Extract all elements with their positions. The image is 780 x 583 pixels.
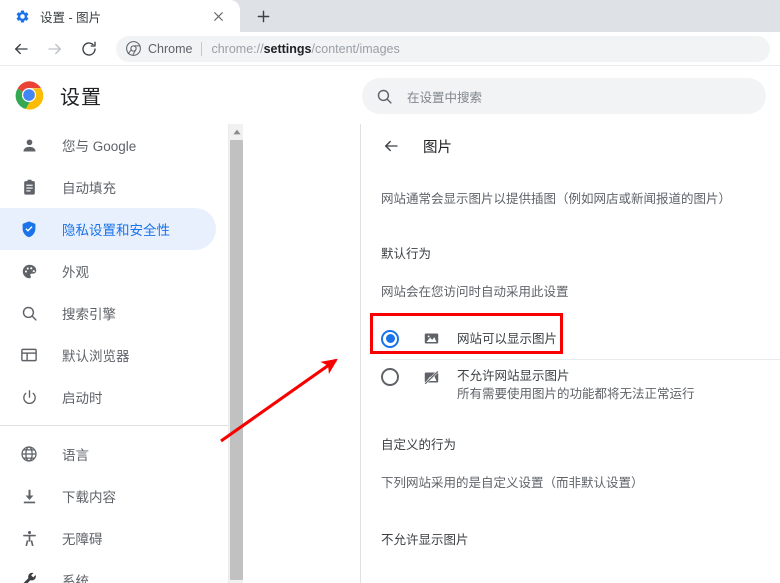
search-placeholder: 在设置中搜索 <box>407 90 483 105</box>
sidebar-item-accessibility[interactable]: 无障碍 <box>0 517 216 559</box>
content-title: 图片 <box>423 139 452 156</box>
address-bar[interactable]: Chrome chrome://settings/content/images <box>116 35 770 62</box>
download-icon <box>18 485 40 507</box>
default-behavior-subtext: 网站会在您访问时自动采用此设置 <box>381 285 569 299</box>
accessibility-icon <box>18 527 40 549</box>
radio-option-allow-images[interactable]: 网站可以显示图片 <box>361 319 780 359</box>
palette-icon <box>18 260 40 282</box>
radio-option-label: 网站可以显示图片 <box>457 331 558 346</box>
sidebar-item-search-engine[interactable]: 搜索引擎 <box>0 292 216 334</box>
scrollbar-thumb[interactable] <box>230 140 243 580</box>
radio-option-label: 不允许网站显示图片 <box>457 368 570 383</box>
image-icon <box>421 329 441 349</box>
chrome-logo-icon <box>14 80 44 110</box>
sidebar-item-label: 自动填充 <box>62 181 116 196</box>
new-tab-button[interactable] <box>248 2 278 30</box>
radio-button-unselected[interactable] <box>381 367 399 386</box>
sidebar-item-label: 外观 <box>62 265 89 280</box>
shield-icon <box>18 218 40 240</box>
custom-behavior-subtext: 下列网站采用的是自定义设置（而非默认设置） <box>381 476 644 490</box>
url-suffix: /content/images <box>311 41 400 56</box>
browser-window: 设置 - 图片 Chrome chrome://settings/content… <box>0 0 780 583</box>
radio-option-sublabel: 所有需要使用图片的功能都将无法正常运行 <box>457 387 695 402</box>
content-header: 图片 <box>361 124 780 168</box>
person-icon <box>18 134 40 156</box>
blocked-section-heading: 不允许显示图片 <box>381 532 469 547</box>
power-icon <box>18 386 40 408</box>
sidebar-item-label: 您与 Google <box>62 139 137 154</box>
sidebar-item-privacy-and-security[interactable]: 隐私设置和安全性 <box>0 208 216 250</box>
sidebar-item-system[interactable]: 系统 <box>0 559 216 583</box>
settings-content: 图片 网站通常会显示图片以提供插图（例如网店或新闻报道的图片） 默认行为 网站会… <box>361 124 780 583</box>
radio-option-texts: 网站可以显示图片 <box>457 330 557 348</box>
sidebar-item-label: 默认浏览器 <box>62 349 130 364</box>
gear-icon <box>14 8 30 24</box>
tab-strip: 设置 - 图片 <box>0 0 780 32</box>
sidebar-item-default-browser[interactable]: 默认浏览器 <box>0 334 216 376</box>
sidebar-item-you-and-google[interactable]: 您与 Google <box>0 124 216 166</box>
sidebar-item-label: 启动时 <box>62 391 103 406</box>
browser-toolbar: Chrome chrome://settings/content/images <box>0 32 780 65</box>
search-input[interactable]: 在设置中搜索 <box>362 78 766 114</box>
content-description: 网站通常会显示图片以提供插图（例如网店或新闻报道的图片） <box>381 192 732 206</box>
settings-sidebar: 您与 Google 自动填充 隐私设置和安全性 外观 搜索引擎 默认浏览器 启动… <box>0 124 228 583</box>
omnibox-url: chrome://settings/content/images <box>211 42 399 56</box>
url-bold-segment: settings <box>263 41 312 56</box>
sidebar-item-label: 隐私设置和安全性 <box>62 223 170 238</box>
sidebar-scrollbar[interactable] <box>228 124 243 583</box>
wrench-icon <box>18 569 40 583</box>
settings-body: 您与 Google 自动填充 隐私设置和安全性 外观 搜索引擎 默认浏览器 启动… <box>0 124 780 583</box>
sidebar-item-downloads[interactable]: 下载内容 <box>0 475 216 517</box>
image-blocked-icon <box>421 368 441 388</box>
default-behavior-heading: 默认行为 <box>381 246 432 261</box>
arrow-left-icon[interactable] <box>6 34 36 64</box>
arrow-left-icon[interactable] <box>381 136 401 156</box>
sidebar-item-languages[interactable]: 语言 <box>0 433 216 475</box>
browser-tab[interactable]: 设置 - 图片 <box>0 0 240 32</box>
custom-behavior-heading: 自定义的行为 <box>381 437 457 452</box>
settings-header: 设置 在设置中搜索 <box>0 66 780 124</box>
omnibox-chip-label: Chrome <box>148 41 193 56</box>
radio-button-selected[interactable] <box>381 329 399 348</box>
url-prefix: chrome:// <box>211 41 264 56</box>
sidebar-item-label: 无障碍 <box>62 532 103 547</box>
sidebar-item-label: 搜索引擎 <box>62 307 116 322</box>
search-icon <box>18 302 40 324</box>
browser-window-icon <box>18 344 40 366</box>
sidebar-item-label: 下载内容 <box>62 490 116 505</box>
radio-option-block-images[interactable]: 不允许网站显示图片 所有需要使用图片的功能都将无法正常运行 <box>361 360 780 412</box>
sidebar-item-autofill[interactable]: 自动填充 <box>0 166 216 208</box>
omnibox-divider <box>201 41 203 56</box>
close-icon[interactable] <box>210 8 226 24</box>
default-behavior-radio-group: 网站可以显示图片 不允许网站显示图片 所有需要使用图片的功能都将无法正常运行 <box>361 319 780 412</box>
radio-dot <box>385 334 395 343</box>
globe-icon <box>18 443 40 465</box>
radio-option-texts: 不允许网站显示图片 所有需要使用图片的功能都将无法正常运行 <box>457 368 695 404</box>
sidebar-item-on-startup[interactable]: 启动时 <box>0 376 216 418</box>
chrome-icon <box>126 41 141 56</box>
search-icon <box>376 88 393 105</box>
sidebar-item-label: 系统 <box>62 574 89 583</box>
tab-title: 设置 - 图片 <box>40 10 102 25</box>
sidebar-item-label: 语言 <box>62 448 89 463</box>
caret-up-icon[interactable] <box>229 124 244 139</box>
page-title: 设置 <box>60 86 102 109</box>
arrow-right-icon <box>40 34 70 64</box>
clipboard-icon <box>18 176 40 198</box>
reload-icon[interactable] <box>74 34 104 64</box>
sidebar-divider <box>0 425 228 426</box>
sidebar-item-appearance[interactable]: 外观 <box>0 250 216 292</box>
